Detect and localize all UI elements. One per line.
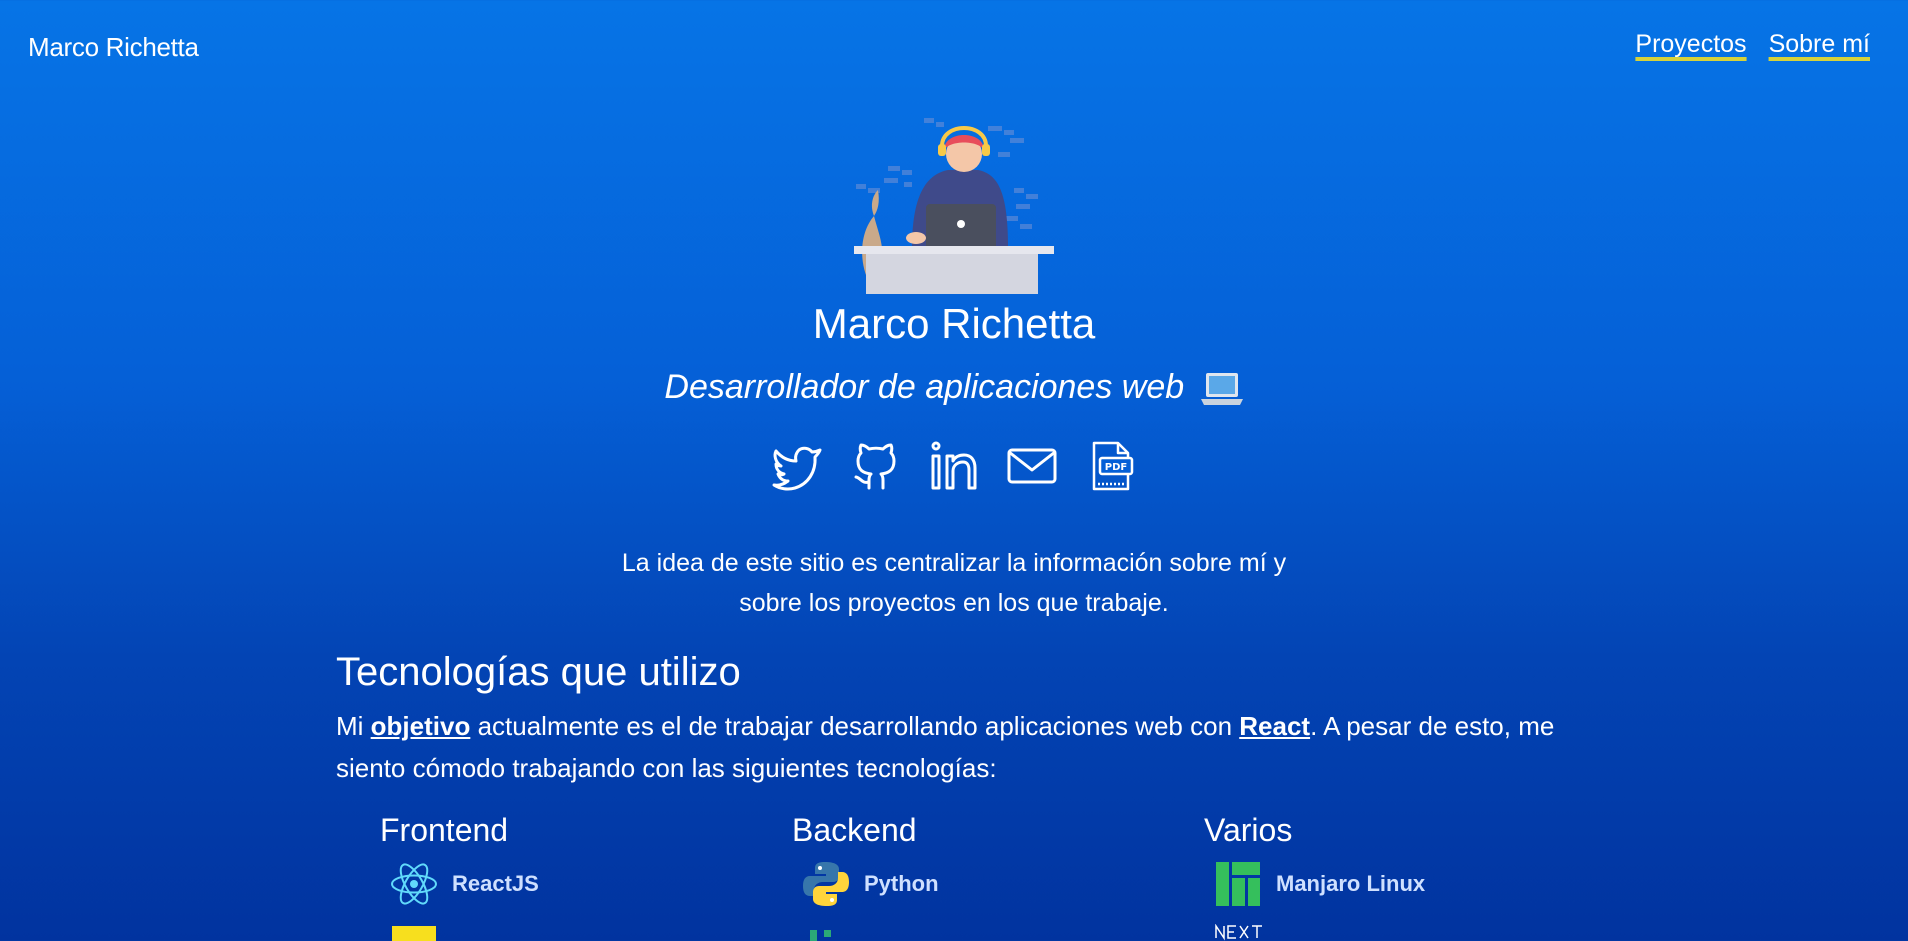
nav-link-sobre-mi[interactable]: Sobre mí (1769, 30, 1870, 59)
brand-logo-text[interactable]: Marco Richetta (28, 32, 199, 63)
tech-item-python: Python (802, 855, 1152, 913)
tech-section-title: Tecnologías que utilizo (336, 650, 741, 694)
social-links: PDF (0, 440, 1908, 492)
frontend-title: Frontend (380, 812, 509, 848)
tech-item-nextjs (1214, 919, 1564, 941)
github-icon[interactable] (850, 440, 902, 492)
backend-title: Backend (792, 812, 917, 848)
tech-item-javascript (390, 919, 740, 941)
frontend-column: Frontend ReactJS (380, 812, 740, 941)
tech-item-django (802, 919, 1152, 941)
linkedin-icon[interactable] (928, 440, 980, 492)
tech-label-python: Python (864, 871, 939, 896)
objetivo-link[interactable]: objetivo (371, 711, 471, 741)
mail-icon[interactable] (1006, 440, 1058, 492)
react-icon (391, 863, 437, 905)
twitter-icon[interactable] (772, 440, 824, 492)
hero-subtitle-wrap: Desarrollador de aplicaciones web (0, 368, 1908, 407)
tech-text-part-2: actualmente es el de trabajar desarrolla… (470, 711, 1240, 741)
tech-text-part-1: Mi (336, 711, 371, 741)
manjaro-icon (1216, 862, 1260, 906)
nav-links: Proyectos Sobre mí (1635, 30, 1870, 59)
backend-column: Backend Python (792, 812, 1152, 941)
intro-text: La idea de este sitio es centralizar la … (0, 543, 1908, 623)
python-icon (803, 862, 849, 906)
react-link[interactable]: React (1239, 711, 1310, 741)
hero-name: Marco Richetta (812, 300, 1096, 347)
tech-label-reactjs: ReactJS (452, 871, 539, 896)
navbar: Marco Richetta Proyectos Sobre mí (0, 0, 1908, 96)
javascript-icon (392, 926, 436, 941)
developer-illustration (854, 118, 1054, 294)
svg-text:PDF: PDF (1105, 462, 1127, 473)
pdf-icon[interactable]: PDF (1084, 440, 1136, 492)
intro-line-1: La idea de este sitio es centralizar la … (621, 549, 1287, 577)
nextjs-icon (1215, 924, 1262, 941)
tech-item-manjaro: Manjaro Linux (1214, 855, 1564, 913)
django-icon (810, 930, 831, 941)
nav-link-proyectos[interactable]: Proyectos (1635, 30, 1746, 59)
tech-item-reactjs: ReactJS (390, 855, 740, 913)
tech-section-text: Mi objetivo actualmente es el de trabaja… (336, 705, 1576, 789)
hero-subtitle: Desarrollador de aplicaciones web (664, 368, 1185, 406)
laptop-icon (1200, 373, 1243, 406)
varios-column: Varios Manjaro Linux (1204, 812, 1564, 941)
intro-line-2: sobre los proyectos en los que trabaje. (739, 589, 1169, 617)
varios-title: Varios (1204, 812, 1293, 848)
tech-label-manjaro: Manjaro Linux (1276, 871, 1426, 896)
